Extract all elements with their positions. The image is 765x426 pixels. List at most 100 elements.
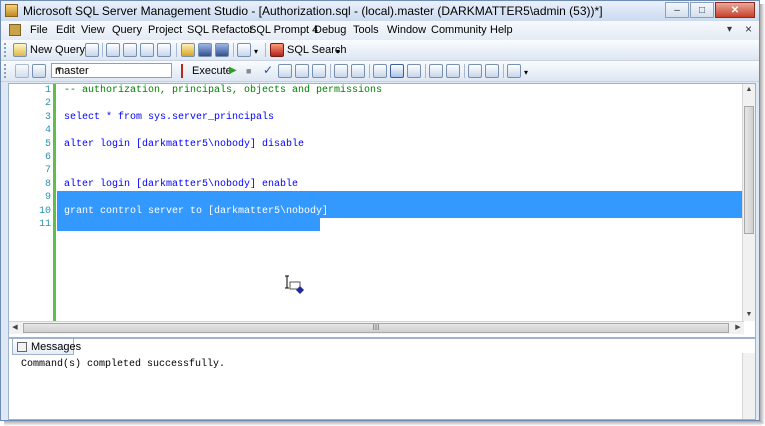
menu-view[interactable]: View (81, 24, 105, 36)
editor-line[interactable]: 5 alter login [darkmatter5\nobody] disab… (9, 138, 744, 151)
specify-template-values-icon[interactable] (507, 64, 521, 78)
uncomment-lines-icon[interactable] (446, 64, 460, 78)
xmla-query-icon[interactable] (157, 43, 171, 57)
title-bar[interactable]: Microsoft SQL Server Management Studio -… (1, 1, 759, 21)
results-vertical-scrollbar[interactable] (742, 353, 755, 419)
cancel-query-icon[interactable]: ■ (246, 66, 251, 76)
results-to-grid-icon[interactable] (390, 64, 404, 78)
activity-monitor-icon[interactable] (237, 43, 251, 57)
editor-line[interactable]: 9 (9, 191, 744, 204)
toolbar-grip[interactable] (4, 43, 9, 57)
line-number: 9 (44, 192, 51, 203)
execute-button[interactable]: Execute (192, 65, 232, 77)
comment-lines-icon[interactable] (429, 64, 443, 78)
debug-play-icon[interactable]: ▶ (229, 65, 237, 76)
open-folder-icon[interactable] (181, 43, 195, 57)
chevron-down-icon: ▼ (55, 65, 63, 74)
menu-community[interactable]: Community (431, 24, 487, 36)
save-all-icon[interactable] (215, 43, 229, 57)
toolbar-grip[interactable] (4, 64, 9, 78)
line-number: 7 (44, 165, 51, 176)
document-system-icon[interactable] (9, 24, 21, 36)
toolbar-separator (265, 43, 266, 57)
scroll-right-arrow-icon[interactable]: ▶ (732, 322, 744, 334)
minimize-button[interactable]: – (665, 2, 689, 18)
decrease-indent-icon[interactable] (468, 64, 482, 78)
toolbar-overflow-icon[interactable]: ▾ (336, 47, 340, 56)
available-databases-dropdown[interactable]: master ▼ (51, 63, 172, 78)
query-designer-icon[interactable] (295, 64, 309, 78)
horizontal-scroll-thumb[interactable]: III (23, 323, 729, 333)
toolbar-overflow-icon[interactable]: ▾ (524, 68, 528, 77)
display-estimated-plan-icon[interactable] (278, 64, 292, 78)
parse-check-icon[interactable]: ✓ (263, 63, 273, 77)
database-engine-query-icon[interactable] (106, 43, 120, 57)
line-number: 2 (44, 98, 51, 109)
editor-line[interactable]: 2 (9, 97, 744, 110)
intellisense-icon[interactable] (334, 64, 348, 78)
new-query-button[interactable]: New Query (30, 44, 85, 56)
toolbar-separator (369, 64, 370, 78)
editor-line[interactable]: 3 select * from sys.server_principals (9, 111, 744, 124)
toolbar-separator (233, 43, 234, 57)
menu-window[interactable]: Window (387, 24, 426, 36)
line-number: 1 (44, 85, 51, 96)
editor-line[interactable]: 1 -- authorization, principals, objects … (9, 84, 744, 97)
window-shadow (4, 421, 762, 426)
editor-line[interactable]: 8 alter login [darkmatter5\nobody] enabl… (9, 178, 744, 191)
scroll-down-arrow-icon[interactable]: ▼ (743, 309, 755, 321)
messages-tab[interactable]: Messages (12, 339, 81, 355)
scroll-left-arrow-icon[interactable]: ◀ (9, 322, 21, 334)
menu-project[interactable]: Project (148, 24, 182, 36)
query-editor[interactable]: 1 -- authorization, principals, objects … (8, 83, 756, 338)
increase-indent-icon[interactable] (485, 64, 499, 78)
menu-help[interactable]: Help (490, 24, 513, 36)
menu-file[interactable]: File (30, 24, 48, 36)
menu-sql-prompt[interactable]: SQL Prompt 4 (249, 24, 318, 36)
results-to-file-icon[interactable] (407, 64, 421, 78)
query-options-icon[interactable] (312, 64, 326, 78)
toolbar-separator (503, 64, 504, 78)
messages-tab-label: Messages (31, 341, 82, 353)
editor-line[interactable]: 4 (9, 124, 744, 137)
change-connection-icon[interactable] (32, 64, 46, 78)
toolbar-separator (464, 64, 465, 78)
menu-sql-refactor[interactable]: SQL Refactor (187, 24, 253, 36)
editor-vertical-scrollbar[interactable]: ▲ ▼ (742, 84, 755, 321)
editor-horizontal-scrollbar[interactable]: ◀ III ▶ (9, 321, 744, 334)
editor-line[interactable]: 7 (9, 164, 744, 177)
results-pane: Messages Command(s) completed successful… (8, 338, 756, 420)
include-actual-plan-icon[interactable] (351, 64, 365, 78)
menu-edit[interactable]: Edit (56, 24, 75, 36)
ssms-app-icon[interactable] (5, 4, 18, 17)
connect-icon[interactable] (15, 64, 29, 78)
editor-line[interactable]: 6 (9, 151, 744, 164)
mouse-cursor-icon (285, 275, 304, 294)
execute-icon (181, 64, 183, 78)
menu-debug[interactable]: Debug (314, 24, 346, 36)
document-close-button[interactable]: × (745, 22, 752, 36)
toolbar-separator (330, 64, 331, 78)
new-query-icon[interactable] (13, 43, 27, 57)
code-line-grant: grant control server to [darkmatter5\nob… (64, 206, 329, 217)
close-button[interactable]: ✕ (715, 2, 755, 18)
scroll-up-arrow-icon[interactable]: ▲ (743, 84, 755, 96)
menu-tools[interactable]: Tools (353, 24, 379, 36)
toolbar-separator (176, 43, 177, 57)
sql-search-icon[interactable] (270, 43, 284, 57)
sql-editor-toolbar: master ▼ Execute ▶ ■ ✓ ▾ (1, 61, 759, 82)
menu-query[interactable]: Query (112, 24, 142, 36)
analysis-services-query-icon[interactable] (123, 43, 137, 57)
maximize-button[interactable]: □ (690, 2, 714, 18)
window-position-dropdown[interactable]: ▾ (727, 24, 732, 35)
results-to-text-icon[interactable] (373, 64, 387, 78)
code-line-select: select * from sys.server_principals (64, 112, 275, 123)
editor-line[interactable]: 11 (9, 218, 744, 231)
vertical-scroll-thumb[interactable] (744, 106, 754, 234)
save-icon[interactable] (198, 43, 212, 57)
toolbar-overflow-icon[interactable]: ▾ (254, 47, 258, 56)
mdx-query-icon[interactable] (140, 43, 154, 57)
editor-line[interactable]: 10 grant control server to [darkmatter5\… (9, 205, 744, 218)
new-file-icon[interactable] (85, 43, 99, 57)
toolbar-separator (102, 43, 103, 57)
